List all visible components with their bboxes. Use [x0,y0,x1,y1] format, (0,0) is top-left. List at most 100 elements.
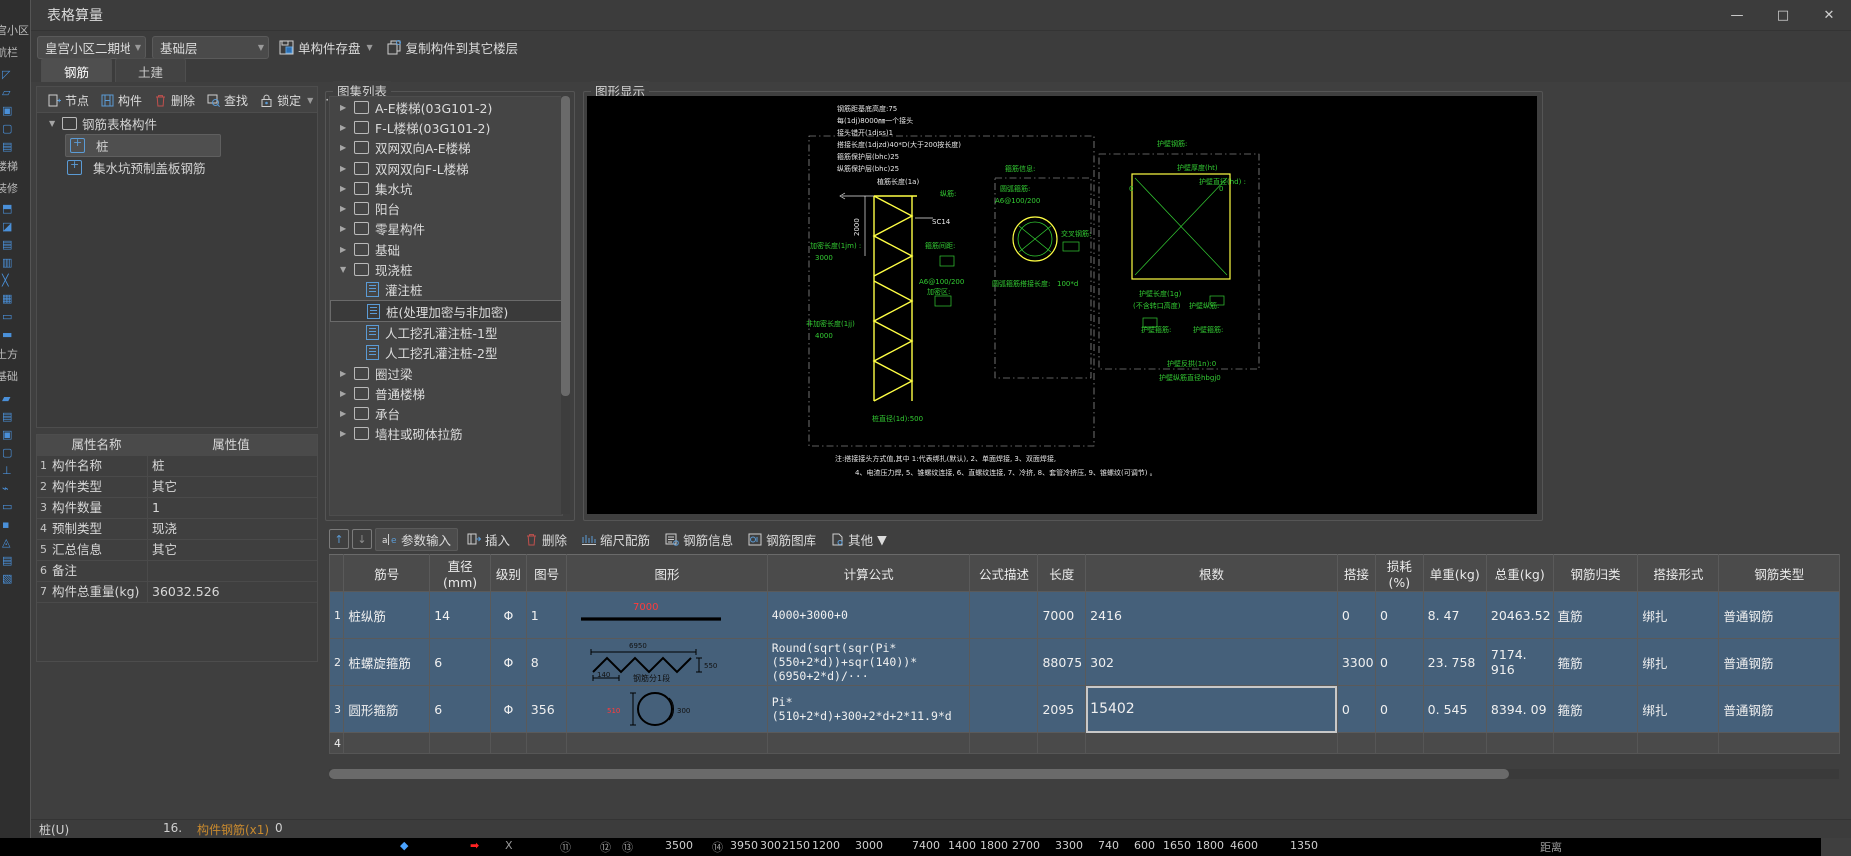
cell-lap[interactable]: 0 [1336,685,1376,733]
cell-figure-no[interactable]: 8 [525,638,568,686]
cell-grade[interactable]: Φ [490,638,527,686]
cell-shape[interactable]: 6950 550 140 钢筋分1段 [566,638,768,686]
atlas-item-1[interactable]: ▶ F-L楼梯(03G101-2) [330,117,562,137]
tree-node-rebar-table-components[interactable]: ▼ 钢筋表格构件 [37,113,317,134]
properties-grid[interactable]: 属性名称 属性值 1 构件名称 桩 2 构件类型 其它 3 构件数量 1 4 预… [36,434,318,662]
atlas-item-3[interactable]: ▶ 双网双向F-L楼梯 [330,158,562,178]
cell-total-weight[interactable]: 20463.52 [1485,591,1554,639]
header-col-9[interactable]: 搭接 [1336,554,1376,592]
header-col-14[interactable]: 搭接形式 [1637,554,1720,592]
table-row[interactable]: 4 [328,732,1840,754]
cell-diameter[interactable]: 6 [429,638,492,686]
cell-count[interactable] [1085,732,1338,754]
move-up-button[interactable]: ↑ [329,529,349,549]
rebar-table[interactable]: 筋号 直径(mm) 级别 图号 图形 计算公式 公式描述 长度 根数 搭接 损耗… [328,554,1840,754]
cell-rebar-name[interactable]: 桩螺旋箍筋 [343,638,431,686]
minimize-button[interactable]: — [1714,0,1760,30]
properties-row[interactable]: 1 构件名称 桩 [37,456,317,477]
cell-diameter[interactable]: 14 [429,591,492,639]
cell-shape[interactable]: 510 300 [566,685,768,733]
cell-grade[interactable]: Φ [490,685,527,733]
header-col-2[interactable]: 级别 [490,554,527,592]
property-value[interactable]: 36032.526 [148,582,317,602]
atlas-item-13[interactable]: ▶ 圈过梁 [330,363,562,383]
property-value[interactable]: 其它 [148,540,317,560]
tab-rebar[interactable]: 钢筋 [41,58,113,85]
atlas-scrollbar[interactable] [561,96,570,514]
property-value[interactable]: 1 [148,498,317,518]
cell-figure-no[interactable] [525,732,568,754]
tree-node-pile[interactable]: 桩 [65,134,221,157]
cell-diameter[interactable] [429,732,492,754]
atlas-scrollbar-thumb[interactable] [561,96,570,396]
properties-row[interactable]: 6 备注 [37,561,317,582]
cell-classify[interactable]: 箍筋 [1552,638,1639,686]
atlas-tree[interactable]: ▶ A-E楼梯(03G101-2) ▶ F-L楼梯(03G101-2) ▶ 双网双向A-E… [329,96,563,516]
close-button[interactable]: ✕ [1806,0,1851,30]
insert-row-button[interactable]: 插入 [461,529,516,550]
header-col-12[interactable]: 总重(kg) [1485,554,1554,592]
drawing-canvas[interactable]: .wt{fill:#e8e8e8;font-size:7px;font-fami… [587,96,1537,514]
save-single-component-button[interactable]: 单构件存盘 ▼ [275,36,377,58]
cell-rebar-type[interactable]: 普通钢筋 [1718,685,1840,733]
cell-rebar-type[interactable] [1718,732,1840,754]
chevron-right-icon[interactable]: ▶ [340,369,348,378]
property-value[interactable] [148,561,317,581]
atlas-item-14[interactable]: ▶ 普通楼梯 [330,383,562,403]
table-row[interactable]: 1 桩纵筋 14 Φ 1 7000 4000+3000+0 7000 2416 … [328,591,1840,639]
cell-unit-weight[interactable]: 8. 47 [1422,591,1487,639]
chevron-right-icon[interactable]: ▶ [340,103,348,112]
move-down-button[interactable]: ↓ [352,529,372,549]
cell-rebar-type[interactable]: 普通钢筋 [1718,638,1840,686]
floor-combo[interactable]: 基础层 ▼ [152,35,269,59]
lock-component-button[interactable]: 锁定 ▼ [255,89,318,111]
header-col-0[interactable]: 筋号 [343,554,431,592]
atlas-item-16[interactable]: ▶ 墙柱或砌体拉筋 [330,424,562,444]
properties-row[interactable]: 5 汇总信息 其它 [37,540,317,561]
cell-formula[interactable] [766,732,971,754]
component-tree[interactable]: ▼ 钢筋表格构件 桩 集水坑预制盖板钢筋 [36,112,318,428]
cell-loss[interactable]: 0 [1374,685,1424,733]
header-col-7[interactable]: 长度 [1037,554,1087,592]
chevron-down-icon[interactable]: ▼ [340,265,348,274]
cell-formula-desc[interactable] [969,591,1039,639]
cell-unit-weight[interactable]: 23. 758 [1422,638,1487,686]
chevron-right-icon[interactable]: ▶ [340,245,348,254]
cell-classify[interactable]: 箍筋 [1552,685,1639,733]
atlas-item-10[interactable]: 桩(处理加密与非加密) [330,299,562,323]
atlas-item-15[interactable]: ▶ 承台 [330,403,562,423]
cell-total-weight[interactable] [1485,732,1554,754]
atlas-item-4[interactable]: ▶ 集水坑 [330,178,562,198]
atlas-item-6[interactable]: ▶ 零星构件 [330,219,562,239]
param-input-button[interactable]: ae 参数输入 [375,527,459,551]
cell-shape[interactable]: 7000 [566,591,768,639]
chevron-right-icon[interactable]: ▶ [340,224,348,233]
project-combo[interactable]: 皇宫小区二期地 ▼ [37,35,146,59]
chevron-right-icon[interactable]: ▶ [340,143,348,152]
cell-lap-form[interactable]: 绑扎 [1637,591,1720,639]
chevron-right-icon[interactable]: ▶ [340,409,348,418]
cell-length[interactable] [1037,732,1087,754]
cell-formula[interactable]: Pi*(510+2*d)+300+2*d+2*11.9*d [766,685,971,733]
delete-row-button[interactable]: 删除 [519,529,573,550]
cell-rebar-name[interactable]: 桩纵筋 [343,591,431,639]
cell-count-selected[interactable]: 15402 [1085,685,1338,733]
delete-component-button[interactable]: 删除 [149,89,200,111]
cell-lap-form[interactable] [1637,732,1720,754]
cell-classify[interactable]: 直筋 [1552,591,1639,639]
header-col-3[interactable]: 图号 [525,554,568,592]
cell-total-weight[interactable]: 7174. 916 [1485,638,1554,686]
cell-figure-no[interactable]: 1 [525,591,568,639]
tree-node-sump-precast-cover-rebar[interactable]: 集水坑预制盖板钢筋 [37,157,317,178]
other-button[interactable]: 其他 ▼ [825,529,893,550]
atlas-item-8[interactable]: ▼ 现浇桩 [330,259,562,279]
cell-rebar-type[interactable]: 普通钢筋 [1718,591,1840,639]
cell-loss[interactable]: 0 [1374,638,1424,686]
cell-lap[interactable] [1336,732,1376,754]
add-node-button[interactable]: 节点 [43,89,94,111]
table-horizontal-scrollbar[interactable] [329,769,1839,779]
copy-to-floors-button[interactable]: 复制构件到其它楼层 [383,36,523,58]
cell-unit-weight[interactable]: 0. 545 [1422,685,1487,733]
chevron-right-icon[interactable]: ▶ [340,123,348,132]
cell-formula[interactable]: 4000+3000+0 [766,591,971,639]
